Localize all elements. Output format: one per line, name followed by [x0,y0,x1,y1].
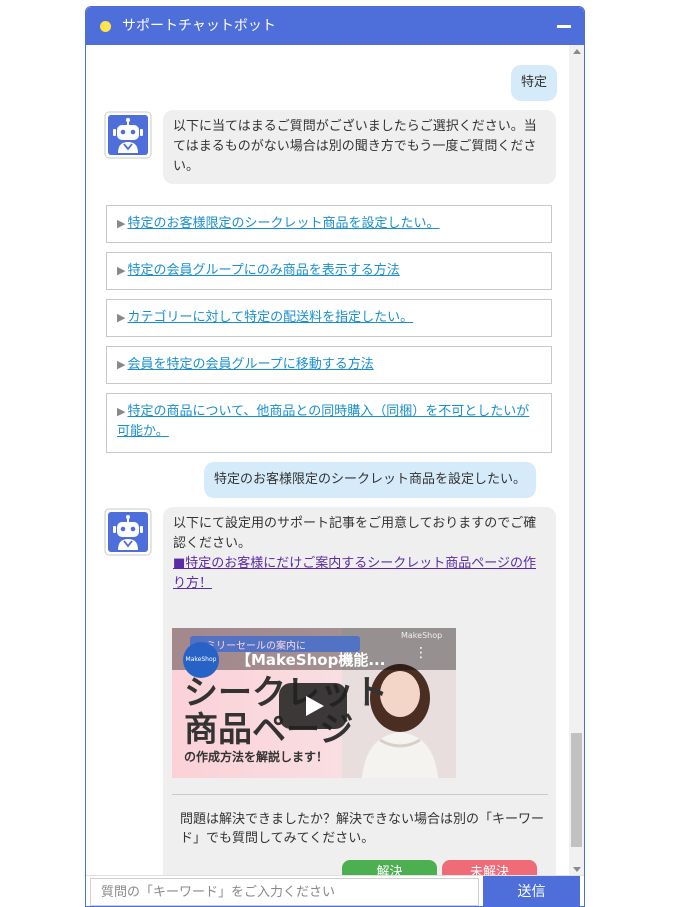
play-button[interactable] [279,683,347,729]
minimize-button[interactable] [550,15,578,37]
user-message: 特定 [511,65,558,101]
more-options-icon[interactable]: ⋮ [414,646,428,660]
suggestion-option[interactable]: ▶ 特定の会員グループにのみ商品を表示する方法 [106,252,552,290]
suggestion-option[interactable]: ▶ 会員を特定の会員グループに移動する方法 [106,346,552,384]
scroll-down-arrow-icon[interactable] [573,867,581,872]
status-dot-icon [100,21,111,32]
message-list: 特定 以下に当てはまるご質問がございましたらご選択ください。当てはまるものがない… [86,45,569,877]
bot-avatar-icon [104,111,152,159]
bot-avatar-icon [104,508,152,556]
suggestion-option[interactable]: ▶ 特定のお客様限定のシークレット商品を設定したい。 [106,205,552,243]
message-scrollbar[interactable] [569,45,584,877]
triangle-right-icon: ▶ [117,358,126,371]
feedback-divider [172,794,548,795]
chat-title: サポートチャットボット [122,18,276,34]
send-button[interactable]: 送信 [483,876,580,906]
triangle-right-icon: ▶ [117,264,126,277]
bot-message-text: 以下にて設定用のサポート記事をご用意しておりますのでご確認ください。 [173,516,537,551]
question-input[interactable] [90,878,479,906]
scroll-up-arrow-icon[interactable] [573,49,581,54]
bot-message: 以下に当てはまるご質問がございましたらご選択ください。当てはまるものがない場合は… [163,110,556,184]
triangle-right-icon: ▶ [117,311,126,324]
suggestion-link[interactable]: 特定の会員グループにのみ商品を表示する方法 [127,263,399,278]
video-title: 【MakeShop機能... [236,651,386,669]
video-watermark: MakeShop [401,631,443,640]
user-message: 特定のお客様限定のシークレット商品を設定したい。 [204,462,537,498]
triangle-right-icon: ▶ [117,405,126,418]
chat-header: サポートチャットボット [86,7,584,45]
suggestion-link[interactable]: 特定のお客様限定のシークレット商品を設定したい。 [127,216,439,231]
minimize-icon [557,25,571,28]
suggestion-option[interactable]: ▶ 特定の商品について、他商品との同時購入（同梱）を不可としたいが可能か。 [106,393,552,453]
suggestion-link[interactable]: 会員を特定の会員グループに移動する方法 [127,357,373,372]
play-icon [306,696,324,716]
triangle-right-icon: ▶ [117,217,126,230]
scroll-thumb[interactable] [571,733,582,847]
chat-window: サポートチャットボット 特定 以下に当てはまるご質問がございましたらご選択くださ… [85,6,585,907]
input-bar: 送信 [86,875,584,906]
suggestion-option[interactable]: ▶ カテゴリーに対して特定の配送料を指定したい。 [106,299,552,337]
suggestion-link[interactable]: カテゴリーに対して特定の配送料を指定したい。 [127,310,413,325]
video-subtitle: の作成方法を解説します！ [184,750,329,764]
support-article-link[interactable]: ■特定のお客様にだけご案内するシークレット商品ページの作り方！ [173,556,536,591]
feedback-question: 問題は解決できましたか？解決できない場合は別の「キーワード」でも質問してみてくだ… [180,812,545,846]
suggestion-link[interactable]: 特定の商品について、他商品との同時購入（同梱）を不可としたいが可能か。 [117,404,529,439]
